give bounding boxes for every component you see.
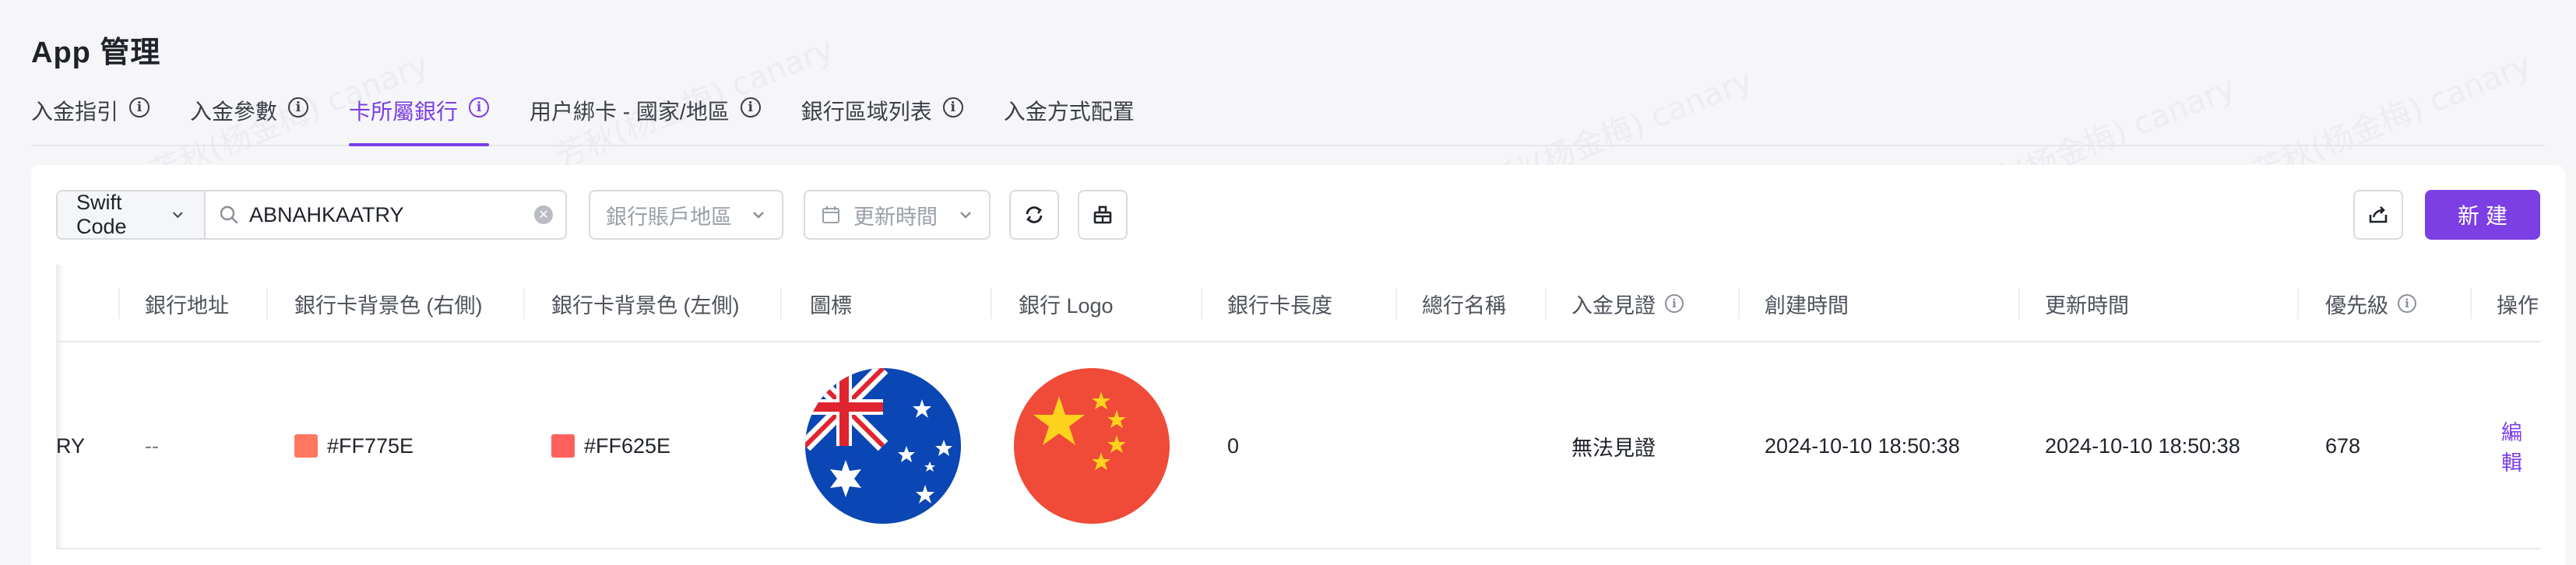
toolbar: Swift Code ✕ 銀行賬戶地區 更新時間 新建: [56, 190, 2540, 240]
tab-label: 入金參數: [190, 100, 278, 124]
new-button[interactable]: 新建: [2425, 190, 2540, 240]
update-time-placeholder: 更新時間: [853, 205, 938, 229]
col-deposit-proof: 入金見證 i: [1571, 265, 1684, 342]
col-deposit-proof-label: 入金見證: [1571, 293, 1656, 318]
tab-label: 入金方式配置: [1003, 100, 1135, 124]
chevron-down-icon: [173, 212, 184, 219]
tab-label: 銀行區域列表: [801, 100, 932, 124]
column-separator: [118, 288, 120, 319]
bank-region-select[interactable]: 銀行賬戶地區: [589, 190, 783, 240]
cell-bank-address: --: [145, 433, 159, 458]
content-card: Swift Code ✕ 銀行賬戶地區 更新時間 新建: [31, 165, 2565, 565]
clear-filter-button[interactable]: [1078, 190, 1128, 240]
column-separator: [2018, 288, 2020, 319]
cell-updated-at: 2024-10-10 18:50:38: [2045, 433, 2240, 458]
color-swatch: [294, 434, 318, 458]
tab-bar: 入金指引 i 入金參數 i 卡所屬銀行 i 用户綁卡 - 國家/地區 i 銀行區…: [31, 92, 2545, 146]
info-icon[interactable]: i: [129, 97, 150, 118]
tab-bank-region-list[interactable]: 銀行區域列表 i: [801, 92, 963, 145]
clear-icon[interactable]: ✕: [534, 205, 553, 224]
cell-bank-logo: [1014, 342, 1170, 549]
cell-created-at: 2024-10-10 18:50:38: [1765, 433, 1960, 458]
tab-deposit-params[interactable]: 入金參數 i: [190, 92, 309, 145]
australia-flag-icon: [805, 368, 961, 524]
bank-table: 銀行地址 銀行卡背景色 (右側) 銀行卡背景色 (左側) 圖標 銀行 Logo …: [56, 265, 2540, 549]
info-icon[interactable]: i: [1665, 294, 1684, 313]
col-created-at: 創建時間: [1765, 293, 1849, 318]
column-separator: [2297, 288, 2299, 319]
search-input[interactable]: [249, 202, 525, 227]
export-button[interactable]: [2353, 190, 2403, 240]
column-separator: [1395, 288, 1397, 319]
cell-swift-code: RY: [56, 433, 86, 458]
search-field-label: Swift Code: [76, 191, 127, 238]
search-box: ✕: [206, 191, 565, 238]
cell-bg-left: #FF625E: [551, 342, 670, 549]
col-bg-left: 銀行卡背景色 (左側): [551, 293, 740, 318]
column-separator: [2470, 288, 2472, 319]
search-field-select[interactable]: Swift Code: [58, 191, 206, 238]
info-icon[interactable]: i: [469, 97, 490, 118]
search-icon: [220, 205, 238, 224]
col-icon: 圖標: [810, 293, 852, 318]
col-priority: 優先級 i: [2325, 265, 2416, 342]
broom-icon: [1093, 205, 1112, 224]
edit-link[interactable]: 編輯: [2501, 342, 2540, 549]
tab-deposit-method-config[interactable]: 入金方式配置: [1004, 92, 1135, 145]
color-value: #FF625E: [584, 433, 671, 458]
tab-label: 入金指引: [31, 100, 119, 124]
col-updated-at: 更新時間: [2045, 293, 2129, 318]
color-swatch: [551, 434, 575, 458]
tab-card-bank[interactable]: 卡所屬銀行 i: [349, 92, 490, 146]
refresh-button[interactable]: [1009, 190, 1059, 240]
calendar-icon: [822, 206, 839, 223]
column-separator: [266, 288, 268, 319]
chevron-down-icon: [753, 212, 764, 219]
table-header: 銀行地址 銀行卡背景色 (右側) 銀行卡背景色 (左側) 圖標 銀行 Logo …: [56, 265, 2540, 342]
info-icon[interactable]: i: [942, 97, 963, 118]
page-title: App 管理: [31, 37, 161, 69]
info-icon[interactable]: i: [2398, 294, 2416, 313]
column-separator: [1545, 288, 1547, 319]
update-time-picker[interactable]: 更新時間: [804, 190, 991, 240]
tab-card-country[interactable]: 用户綁卡 - 國家/地區 i: [530, 92, 761, 145]
col-bg-right: 銀行卡背景色 (右側): [294, 293, 483, 318]
search-combo: Swift Code ✕: [56, 190, 567, 240]
cell-icon: [805, 342, 961, 549]
tab-label: 用户綁卡 - 國家/地區: [530, 100, 730, 124]
col-bank-logo: 銀行 Logo: [1019, 293, 1114, 318]
col-bank-address: 銀行地址: [145, 293, 229, 318]
refresh-icon: [1026, 206, 1043, 223]
cell-card-length: 0: [1227, 433, 1240, 458]
column-separator: [780, 288, 782, 319]
info-icon[interactable]: i: [740, 97, 761, 118]
bank-region-placeholder: 銀行賬戶地區: [606, 205, 732, 229]
column-separator: [1738, 288, 1740, 319]
cell-deposit-proof: 無法見證: [1571, 436, 1656, 460]
col-actions: 操作: [2497, 293, 2539, 318]
cell-priority: 678: [2325, 433, 2361, 458]
cell-bg-right: #FF775E: [294, 342, 413, 549]
export-icon: [2369, 206, 2388, 223]
chevron-down-icon: [960, 212, 971, 219]
column-separator: [1201, 288, 1202, 319]
col-priority-label: 優先級: [2325, 293, 2388, 318]
color-value: #FF775E: [327, 433, 414, 458]
column-separator: [991, 288, 992, 319]
table-row: RY -- #FF775E #FF625E 0 無法見證 2024-10-10 …: [56, 342, 2540, 549]
col-card-length: 銀行卡長度: [1227, 293, 1332, 318]
tab-deposit-guide[interactable]: 入金指引 i: [31, 92, 150, 145]
info-icon[interactable]: i: [288, 97, 309, 118]
col-hq-name: 總行名稱: [1422, 293, 1506, 318]
china-flag-icon: [1014, 368, 1170, 524]
tab-label: 卡所屬銀行: [349, 100, 459, 124]
column-separator: [523, 288, 525, 319]
